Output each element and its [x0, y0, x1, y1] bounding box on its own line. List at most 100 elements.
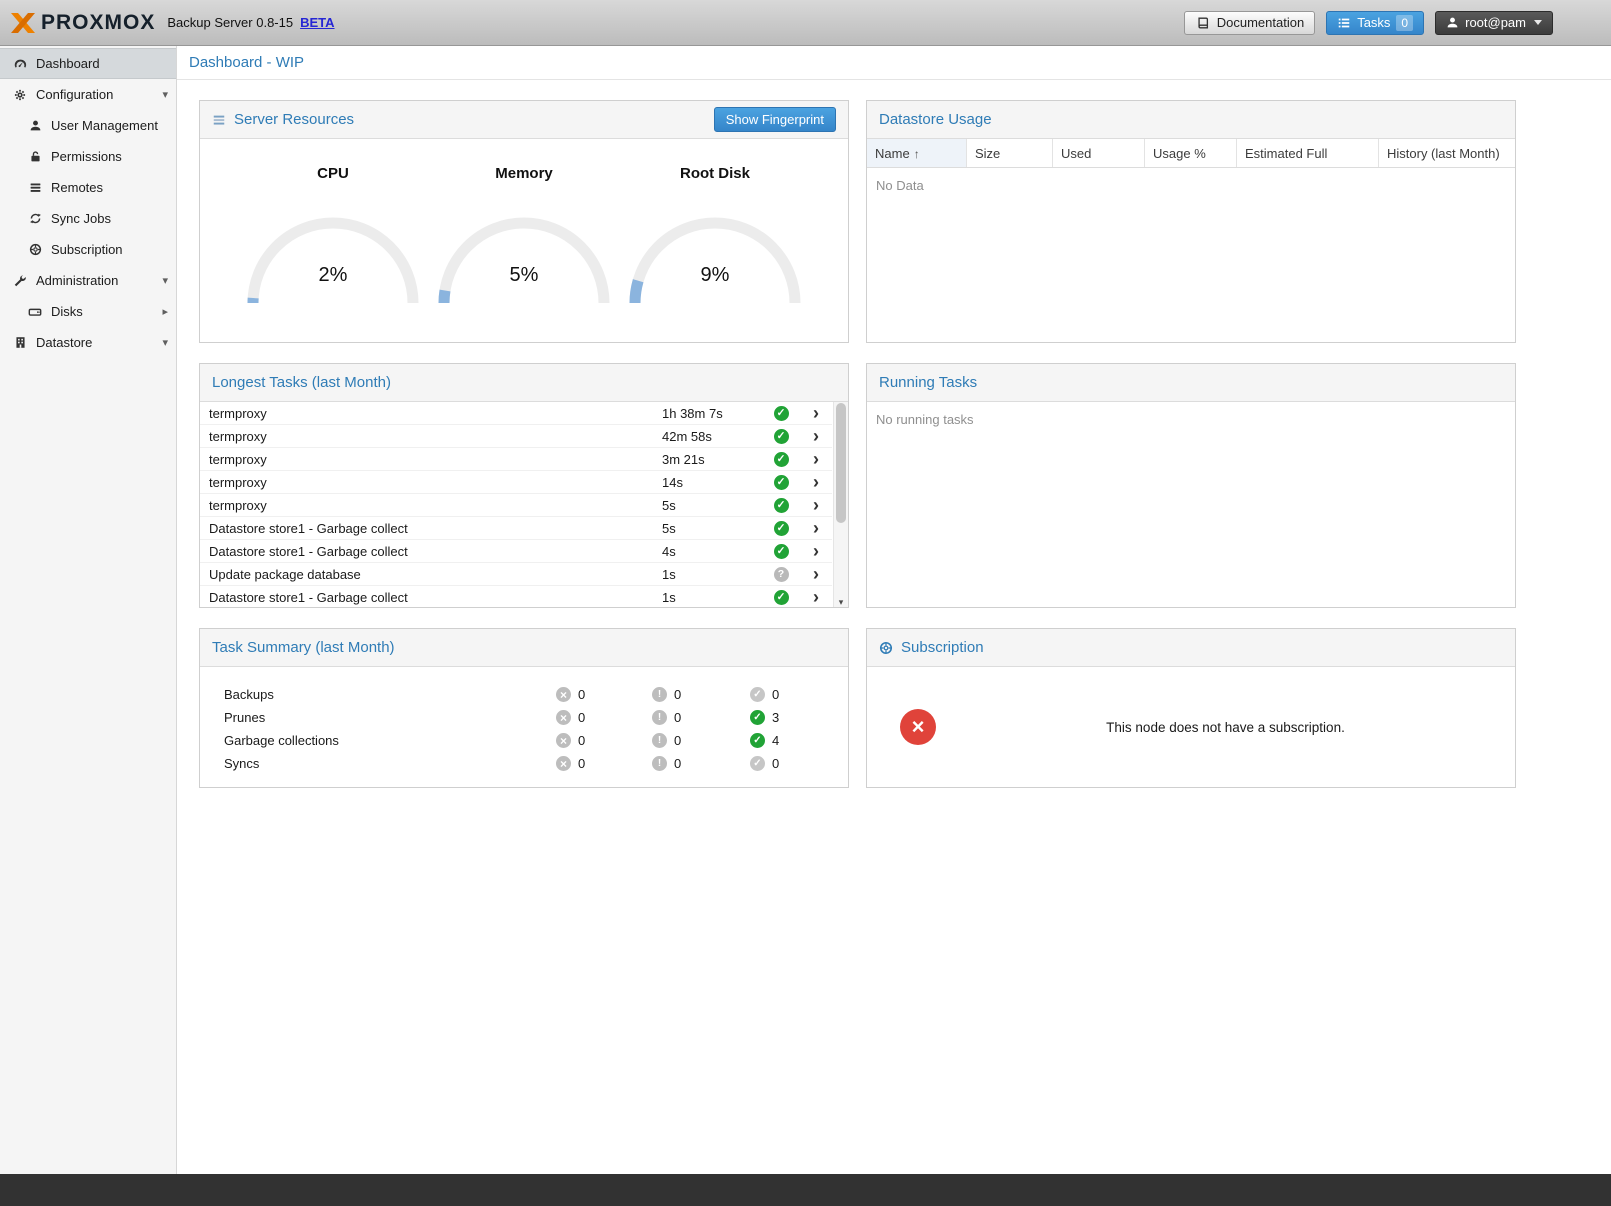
task-status-icon	[774, 452, 789, 467]
beta-link[interactable]: BETA	[300, 15, 334, 30]
ok-count-icon	[750, 687, 765, 702]
sort-ascending-icon	[914, 146, 920, 161]
sidebar-item-configuration[interactable]: Configuration	[0, 79, 176, 110]
sidebar-item-label: Datastore	[36, 335, 92, 350]
chevron-right-icon[interactable]	[813, 404, 819, 422]
task-row[interactable]: termproxy 42m 58s	[200, 425, 832, 448]
task-name: termproxy	[209, 475, 662, 490]
user-icon	[1446, 16, 1459, 29]
chevron-right-icon[interactable]	[813, 519, 819, 537]
sidebar-item-label: User Management	[51, 118, 158, 133]
column-header-name[interactable]: Name	[867, 139, 967, 167]
chevron-down-icon[interactable]	[162, 88, 168, 101]
scrollbar-down-arrow[interactable]	[834, 597, 848, 608]
column-header-estimated-full[interactable]: Estimated Full	[1237, 139, 1379, 167]
sidebar-item-sync-jobs[interactable]: Sync Jobs	[0, 203, 176, 234]
datastore-usage-table-header: Name Size Used Usage % Estimated Full Hi…	[867, 139, 1515, 168]
task-type-label: Prunes	[224, 710, 556, 725]
chevron-right-icon[interactable]	[813, 473, 819, 491]
task-status-icon	[774, 544, 789, 559]
tasks-label: Tasks	[1357, 15, 1390, 30]
panel-title: Longest Tasks (last Month)	[212, 374, 391, 391]
ok-count: 3	[772, 710, 779, 725]
error-count: 0	[578, 710, 585, 725]
task-summary-row: Garbage collections 0 0 4	[224, 729, 848, 752]
task-row[interactable]: termproxy 14s	[200, 471, 832, 494]
no-running-tasks-text: No running tasks	[867, 402, 1515, 437]
error-count-icon	[556, 687, 571, 702]
memory-gauge: Memory 5%	[429, 165, 619, 311]
warning-count: 0	[674, 756, 681, 771]
sync-icon	[27, 212, 43, 225]
subscription-panel: Subscription This node does not have a s…	[866, 628, 1516, 788]
task-name: Datastore store1 - Garbage collect	[209, 521, 662, 536]
sidebar-item-permissions[interactable]: Permissions	[0, 141, 176, 172]
task-type-label: Garbage collections	[224, 733, 556, 748]
column-header-used[interactable]: Used	[1053, 139, 1145, 167]
sidebar-item-label: Configuration	[36, 87, 113, 102]
server-resources-panel: Server Resources Show Fingerprint CPU 2%	[199, 100, 849, 343]
subscription-message: This node does not have a subscription.	[936, 720, 1515, 735]
chevron-down-icon[interactable]	[162, 336, 168, 349]
sidebar-item-datastore[interactable]: Datastore	[0, 327, 176, 358]
task-row[interactable]: termproxy 3m 21s	[200, 448, 832, 471]
ok-count: 0	[772, 756, 779, 771]
hard-disk-icon	[27, 305, 43, 319]
show-fingerprint-button[interactable]: Show Fingerprint	[714, 107, 836, 132]
scrollbar[interactable]	[833, 402, 848, 608]
main-content: Dashboard - WIP Server Resources Show Fi…	[177, 46, 1611, 1174]
task-type-label: Syncs	[224, 756, 556, 771]
task-summary-row: Backups 0 0 0	[224, 683, 848, 706]
gear-icon	[12, 88, 28, 102]
bottom-bar	[0, 1174, 1611, 1206]
warning-count: 0	[674, 733, 681, 748]
task-row[interactable]: termproxy 1h 38m 7s	[200, 402, 832, 425]
ok-count-icon	[750, 710, 765, 725]
scrollbar-thumb[interactable]	[836, 403, 846, 523]
sidebar-item-subscription[interactable]: Subscription	[0, 234, 176, 265]
task-list-icon	[1337, 16, 1351, 30]
warning-count-icon	[652, 756, 667, 771]
gauge-value: 5%	[429, 264, 619, 287]
chevron-right-icon[interactable]	[813, 427, 819, 445]
chevron-right-icon[interactable]	[813, 565, 819, 583]
chevron-right-icon[interactable]	[813, 496, 819, 514]
chevron-right-icon[interactable]	[162, 305, 168, 318]
task-row[interactable]: Datastore store1 - Garbage collect 4s	[200, 540, 832, 563]
chevron-down-icon[interactable]	[162, 274, 168, 287]
task-duration: 3m 21s	[662, 452, 762, 467]
sidebar-item-remotes[interactable]: Remotes	[0, 172, 176, 203]
task-row[interactable]: Datastore store1 - Garbage collect 5s	[200, 517, 832, 540]
tachometer-icon	[12, 57, 28, 71]
sidebar-item-disks[interactable]: Disks	[0, 296, 176, 327]
task-summary-row: Syncs 0 0 0	[224, 752, 848, 775]
column-header-usage-pct[interactable]: Usage %	[1145, 139, 1237, 167]
documentation-button[interactable]: Documentation	[1184, 11, 1315, 35]
lock-icon	[27, 150, 43, 163]
page-title: Dashboard - WIP	[177, 46, 1611, 80]
wrench-icon	[12, 274, 28, 288]
task-status-icon	[774, 406, 789, 421]
task-row[interactable]: Datastore store1 - Garbage collect 1s	[200, 586, 832, 608]
task-row[interactable]: Update package database 1s	[200, 563, 832, 586]
column-header-size[interactable]: Size	[967, 139, 1053, 167]
user-menu-button[interactable]: root@pam	[1435, 11, 1553, 35]
running-tasks-panel: Running Tasks No running tasks	[866, 363, 1516, 608]
task-duration: 1s	[662, 590, 762, 605]
chevron-right-icon[interactable]	[813, 542, 819, 560]
chevron-right-icon[interactable]	[813, 450, 819, 468]
longest-tasks-list: termproxy 1h 38m 7s termproxy 42m 58s	[200, 402, 848, 608]
sidebar-item-dashboard[interactable]: Dashboard	[0, 48, 176, 79]
sidebar-item-user-management[interactable]: User Management	[0, 110, 176, 141]
sidebar-item-administration[interactable]: Administration	[0, 265, 176, 296]
task-name: Datastore store1 - Garbage collect	[209, 590, 662, 605]
column-header-history[interactable]: History (last Month)	[1379, 139, 1515, 167]
chevron-right-icon[interactable]	[813, 588, 819, 606]
sidebar-item-label: Remotes	[51, 180, 103, 195]
sidebar-item-label: Permissions	[51, 149, 122, 164]
top-header-bar: PROXMOX Backup Server 0.8-15 BETA Docume…	[0, 0, 1611, 46]
resource-gauges: CPU 2% Memory	[200, 139, 848, 311]
task-row[interactable]: termproxy 5s	[200, 494, 832, 517]
tasks-button[interactable]: Tasks 0	[1326, 11, 1424, 35]
warning-count-icon	[652, 733, 667, 748]
